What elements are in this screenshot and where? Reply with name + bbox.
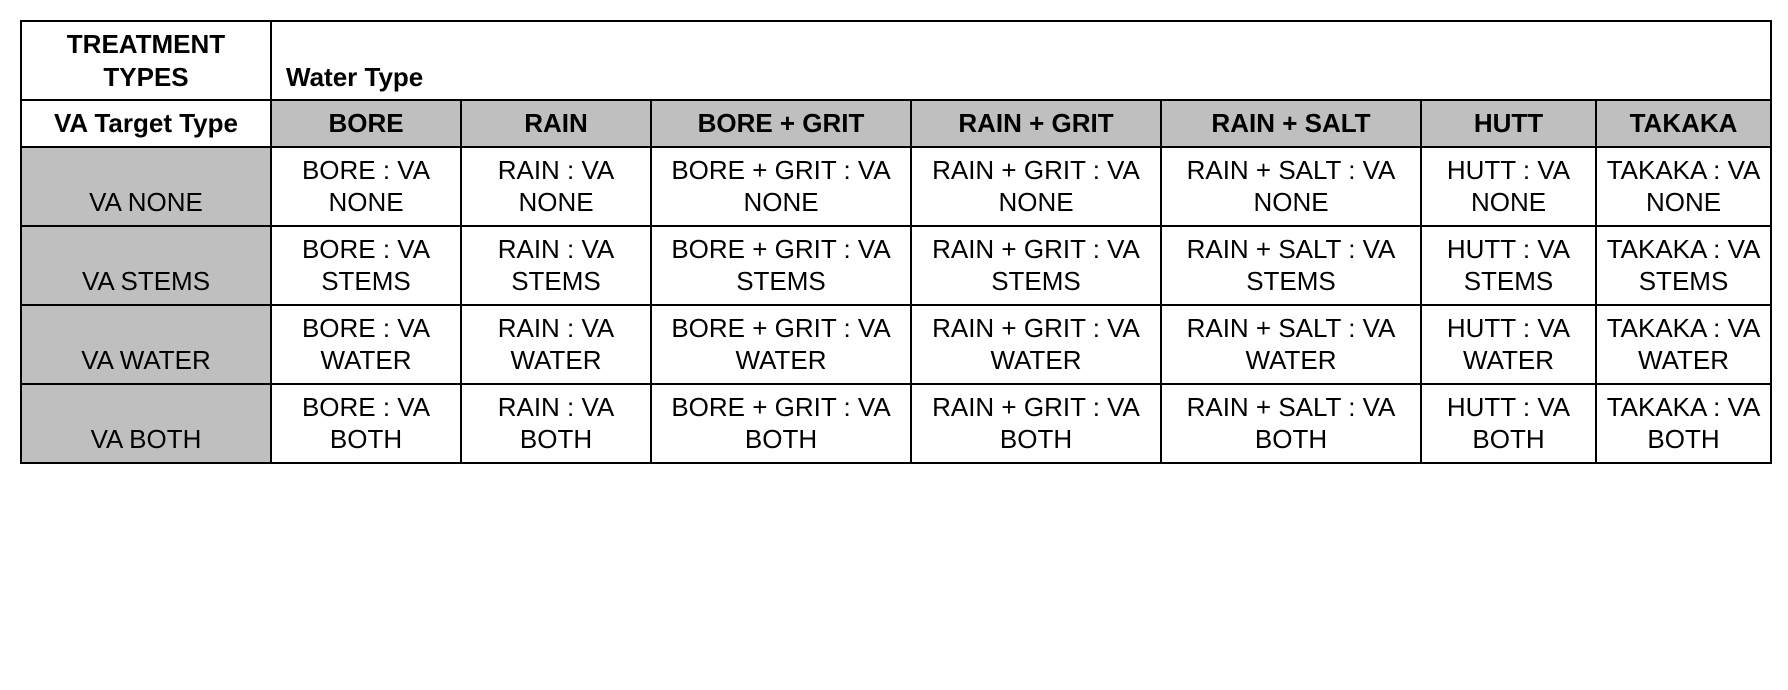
col-header: RAIN xyxy=(461,100,651,147)
corner-title: TREATMENT TYPES xyxy=(21,21,271,100)
col-header: BORE xyxy=(271,100,461,147)
table-cell: BORE + GRIT : VA BOTH xyxy=(651,384,911,463)
col-header: HUTT xyxy=(1421,100,1596,147)
table-cell: HUTT : VA WATER xyxy=(1421,305,1596,384)
table-cell: TAKAKA : VA BOTH xyxy=(1596,384,1771,463)
table-cell: TAKAKA : VA NONE xyxy=(1596,147,1771,226)
table-cell: BORE + GRIT : VA STEMS xyxy=(651,226,911,305)
treatment-types-table: TREATMENT TYPES Water Type VA Target Typ… xyxy=(20,20,1772,464)
col-header: TAKAKA xyxy=(1596,100,1771,147)
row-axis-label: VA Target Type xyxy=(21,100,271,147)
table-cell: RAIN : VA NONE xyxy=(461,147,651,226)
table-cell: BORE : VA BOTH xyxy=(271,384,461,463)
table-cell: RAIN + SALT : VA NONE xyxy=(1161,147,1421,226)
table-cell: BORE : VA WATER xyxy=(271,305,461,384)
row-label: VA WATER xyxy=(21,305,271,384)
table-cell: BORE : VA STEMS xyxy=(271,226,461,305)
table-cell: HUTT : VA STEMS xyxy=(1421,226,1596,305)
col-header: RAIN + SALT xyxy=(1161,100,1421,147)
col-header: RAIN + GRIT xyxy=(911,100,1161,147)
table-cell: RAIN : VA WATER xyxy=(461,305,651,384)
table-cell: BORE : VA NONE xyxy=(271,147,461,226)
row-label: VA BOTH xyxy=(21,384,271,463)
table-cell: RAIN + GRIT : VA STEMS xyxy=(911,226,1161,305)
col-header: BORE + GRIT xyxy=(651,100,911,147)
row-label: VA STEMS xyxy=(21,226,271,305)
table-cell: RAIN + GRIT : VA BOTH xyxy=(911,384,1161,463)
table-cell: HUTT : VA NONE xyxy=(1421,147,1596,226)
table-cell: RAIN : VA STEMS xyxy=(461,226,651,305)
table-cell: BORE + GRIT : VA WATER xyxy=(651,305,911,384)
table-cell: RAIN + SALT : VA STEMS xyxy=(1161,226,1421,305)
table-cell: TAKAKA : VA WATER xyxy=(1596,305,1771,384)
table-cell: RAIN : VA BOTH xyxy=(461,384,651,463)
column-axis-label: Water Type xyxy=(271,21,1771,100)
table-cell: RAIN + GRIT : VA NONE xyxy=(911,147,1161,226)
table-cell: BORE + GRIT : VA NONE xyxy=(651,147,911,226)
table-cell: HUTT : VA BOTH xyxy=(1421,384,1596,463)
table-cell: RAIN + SALT : VA BOTH xyxy=(1161,384,1421,463)
table-cell: RAIN + SALT : VA WATER xyxy=(1161,305,1421,384)
table-cell: RAIN + GRIT : VA WATER xyxy=(911,305,1161,384)
table-cell: TAKAKA : VA STEMS xyxy=(1596,226,1771,305)
row-label: VA NONE xyxy=(21,147,271,226)
